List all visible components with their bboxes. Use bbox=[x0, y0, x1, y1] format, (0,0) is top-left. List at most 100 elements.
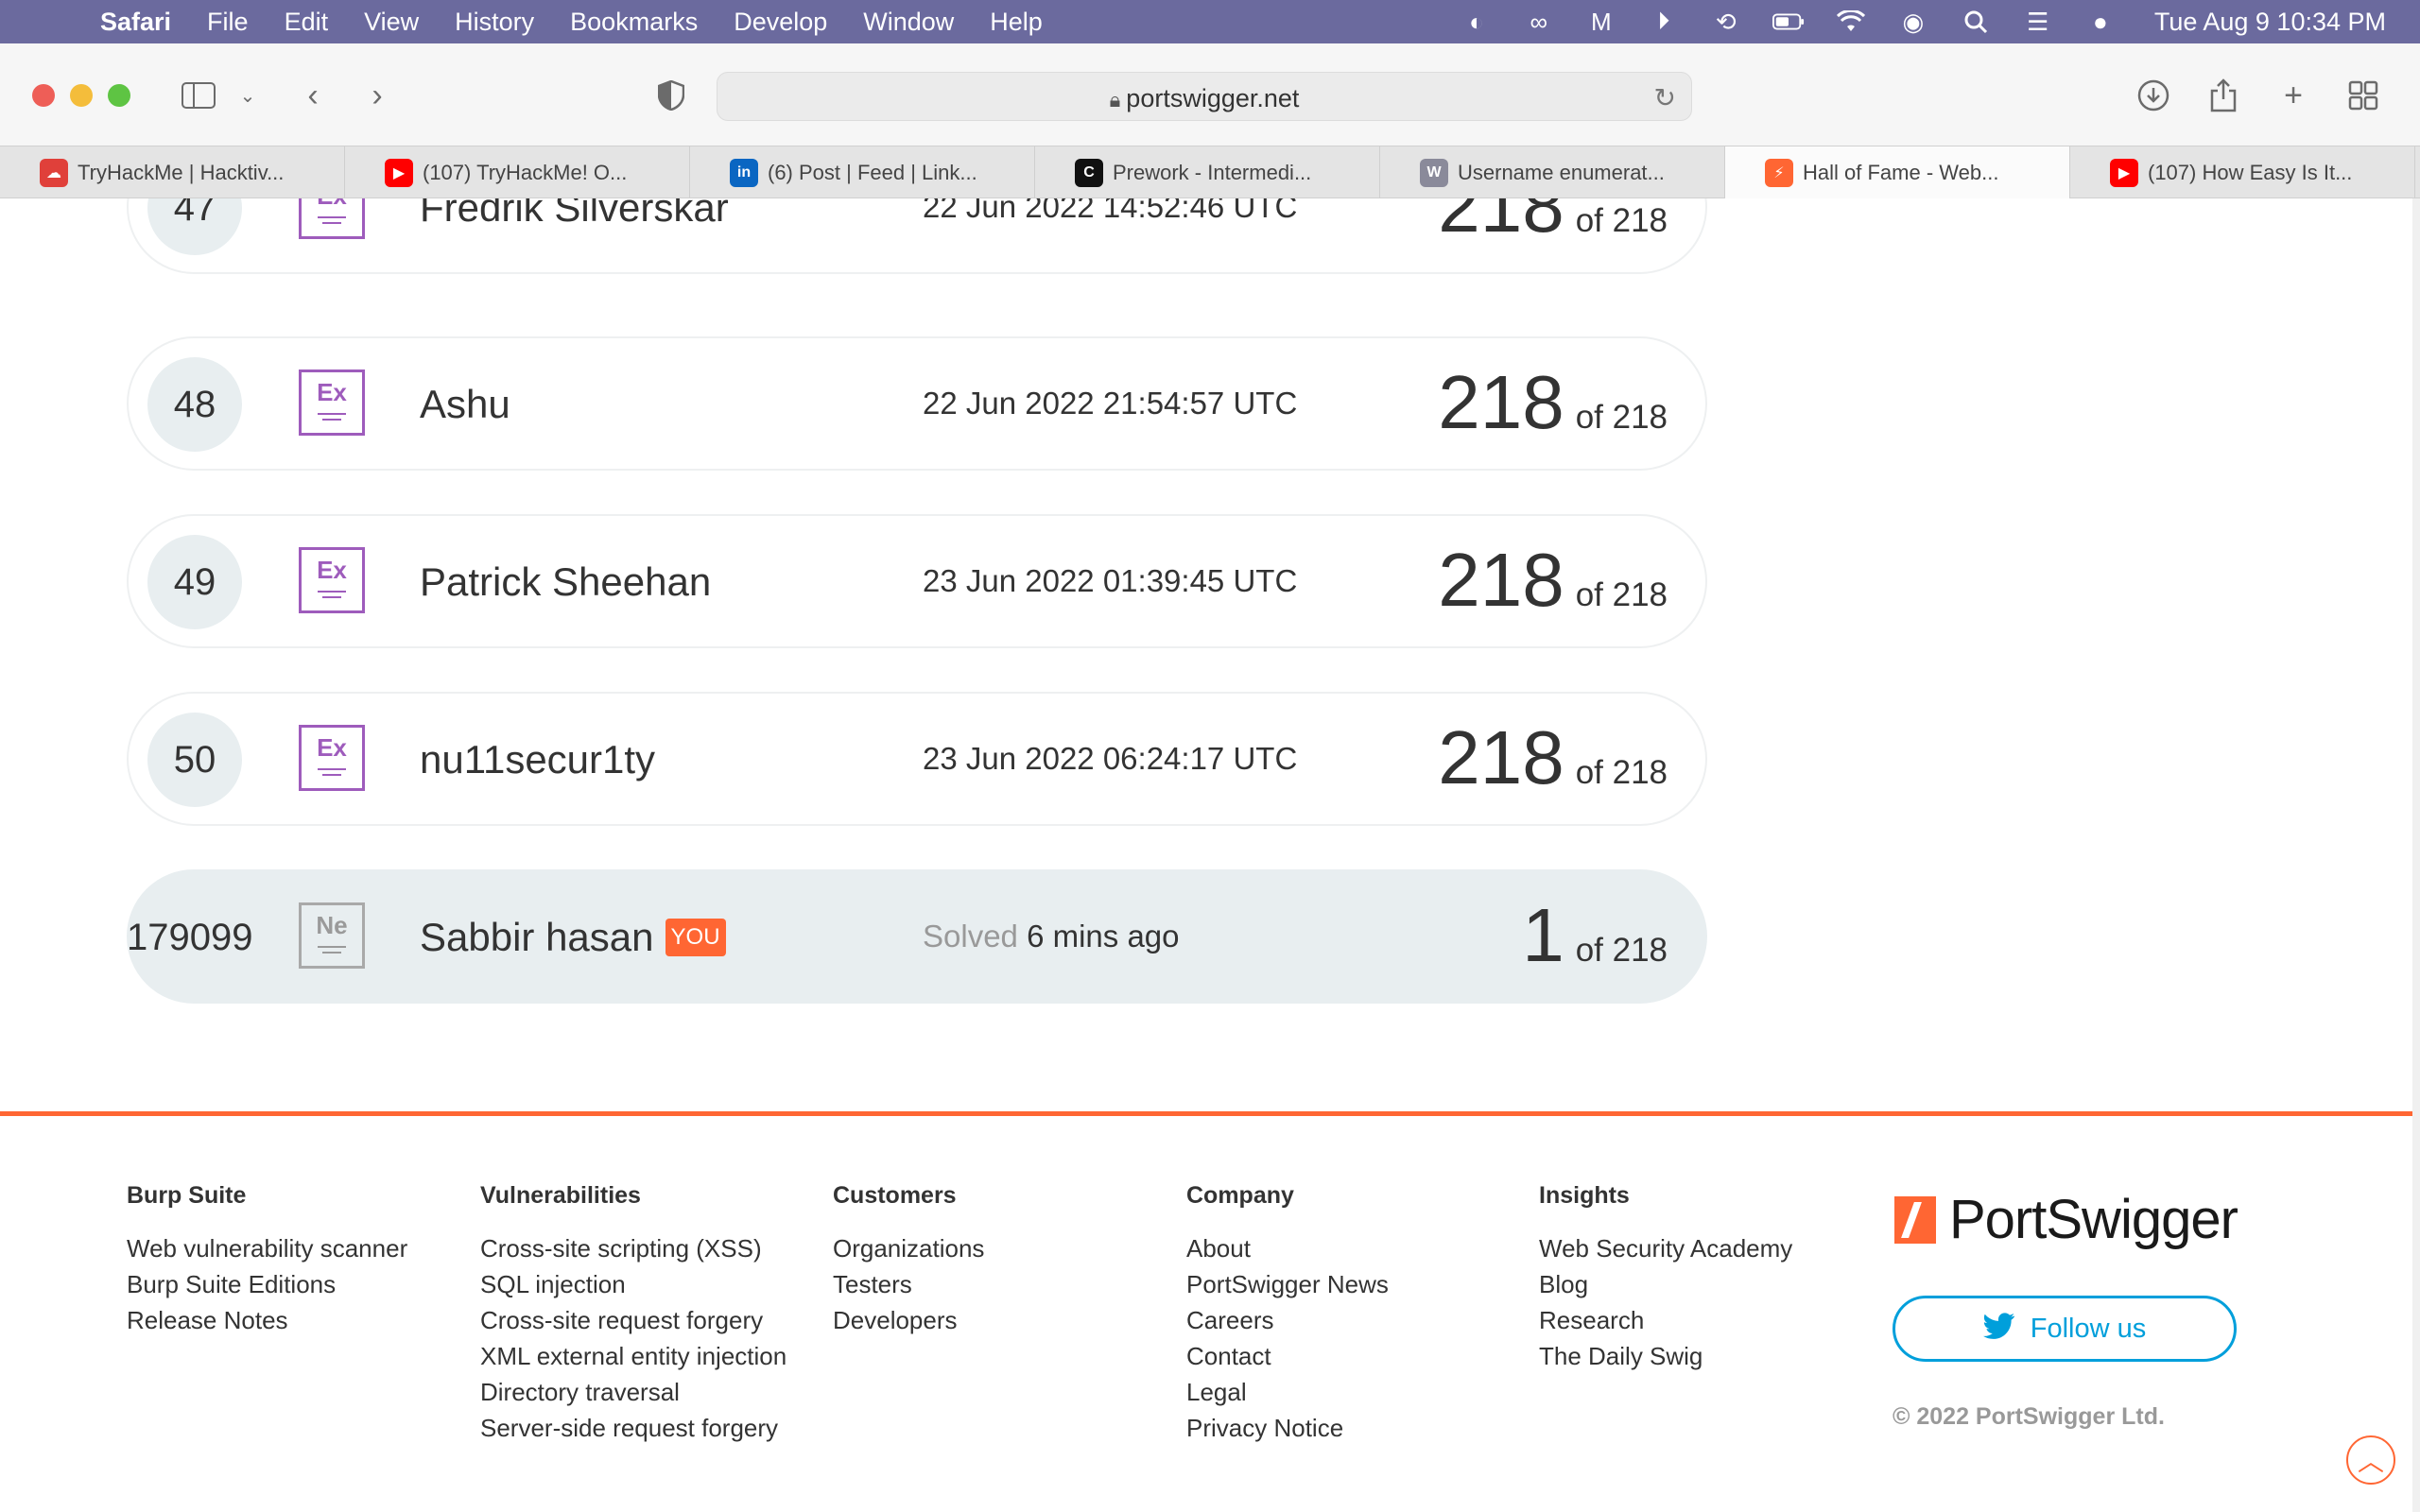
footer-link[interactable]: Careers bbox=[1186, 1302, 1389, 1338]
lock-icon: 🔒︎ bbox=[1109, 88, 1121, 112]
footer-link[interactable]: Research bbox=[1539, 1302, 1792, 1338]
completion-date: 23 Jun 2022 06:24:17 UTC bbox=[923, 741, 1298, 776]
tab-username-enumeration[interactable]: W Username enumerat... bbox=[1380, 146, 1725, 198]
tab-tryhackme[interactable]: ☁ TryHackMe | Hacktiv... bbox=[0, 146, 345, 198]
creative-cloud-icon[interactable]: ∞ bbox=[1523, 8, 1555, 36]
back-button[interactable]: ‹ bbox=[299, 74, 327, 117]
footer-link[interactable]: Testers bbox=[833, 1266, 984, 1302]
menu-help[interactable]: Help bbox=[990, 8, 1043, 37]
portswigger-logo[interactable]: PortSwigger bbox=[1894, 1188, 2238, 1251]
expert-badge-icon: Ex bbox=[299, 547, 365, 613]
menu-history[interactable]: History bbox=[455, 8, 534, 37]
sidebar-toggle-icon[interactable] bbox=[178, 74, 219, 117]
rank-number: 47 bbox=[147, 198, 242, 255]
footer-link[interactable]: Directory traversal bbox=[480, 1374, 786, 1410]
fullscreen-window-button[interactable] bbox=[108, 84, 130, 107]
footer-link[interactable]: Web vulnerability scanner bbox=[127, 1230, 407, 1266]
tab-title: (107) TryHackMe! O... bbox=[423, 160, 628, 184]
score-solved: 218 bbox=[1438, 360, 1564, 444]
tryhackme-favicon-icon: ☁ bbox=[40, 158, 68, 187]
privacy-shield-icon[interactable] bbox=[654, 74, 688, 117]
tab-youtube-how-easy[interactable]: ▶ (107) How Easy Is It... bbox=[2070, 146, 2415, 198]
menu-bar: Safari File Edit View History Bookmarks … bbox=[0, 0, 2420, 43]
forward-button[interactable]: › bbox=[363, 74, 391, 117]
new-tab-icon[interactable]: + bbox=[2274, 74, 2312, 117]
footer-link[interactable]: Blog bbox=[1539, 1266, 1792, 1302]
address-url: portswigger.net bbox=[1126, 84, 1300, 112]
footer-link[interactable]: Web Security Academy bbox=[1539, 1230, 1792, 1266]
footer-link[interactable]: Cross-site scripting (XSS) bbox=[480, 1230, 786, 1266]
expert-badge-icon: Ex bbox=[299, 725, 365, 791]
footer-link[interactable]: Privacy Notice bbox=[1186, 1410, 1389, 1446]
follow-us-button[interactable]: Follow us bbox=[1893, 1296, 2237, 1362]
leaderboard-row: 50 Ex nu11secur1ty 23 Jun 2022 06:24:17 … bbox=[127, 692, 1707, 826]
footer-link[interactable]: Burp Suite Editions bbox=[127, 1266, 407, 1302]
score: 218 of 218 bbox=[1438, 359, 1668, 446]
footer-column-title: Burp Suite bbox=[127, 1182, 247, 1209]
chevron-up-icon: ︿ bbox=[2357, 1447, 2384, 1476]
reload-icon[interactable]: ↻ bbox=[1654, 82, 1676, 113]
chevron-down-icon[interactable]: ⌄ bbox=[234, 74, 261, 117]
leaderboard-row: 48 Ex Ashu 22 Jun 2022 21:54:57 UTC 218 o… bbox=[127, 336, 1707, 471]
your-leaderboard-row: 179099 Ne Sabbir hasan YOU Solved 6 mins … bbox=[127, 869, 1707, 1004]
footer-link[interactable]: Contact bbox=[1186, 1338, 1389, 1374]
score-solved: 218 bbox=[1438, 198, 1564, 248]
footer-link[interactable]: Legal bbox=[1186, 1374, 1389, 1410]
malwarebytes-icon[interactable]: M bbox=[1585, 8, 1617, 36]
siri-icon[interactable]: ● bbox=[2084, 8, 2117, 36]
share-icon[interactable] bbox=[2204, 74, 2242, 117]
tab-youtube-tryhackme[interactable]: ▶ (107) TryHackMe! O... bbox=[345, 146, 690, 198]
footer-link[interactable]: Release Notes bbox=[127, 1302, 407, 1338]
footer-link[interactable]: The Daily Swig bbox=[1539, 1338, 1792, 1374]
menu-develop[interactable]: Develop bbox=[734, 8, 827, 37]
media-play-icon[interactable]: ⏵ bbox=[1648, 7, 1680, 36]
footer-link[interactable]: PortSwigger News bbox=[1186, 1266, 1389, 1302]
rank-number: 179099 bbox=[127, 916, 253, 958]
footer-link[interactable]: Developers bbox=[833, 1302, 984, 1338]
youtube-favicon-icon: ▶ bbox=[385, 158, 413, 187]
menu-file[interactable]: File bbox=[207, 8, 249, 37]
score: 218 of 218 bbox=[1438, 714, 1668, 801]
time-machine-icon[interactable]: ⟲ bbox=[1710, 8, 1742, 36]
footer-link[interactable]: Organizations bbox=[833, 1230, 984, 1266]
downloads-icon[interactable] bbox=[2135, 74, 2172, 117]
tab-prework[interactable]: C Prework - Intermedi... bbox=[1035, 146, 1380, 198]
menubar-clock[interactable]: Tue Aug 9 10:34 PM bbox=[2154, 8, 2386, 37]
battery-icon[interactable] bbox=[1772, 8, 1805, 36]
footer-column-customers: Customers Organizations Testers Develope… bbox=[833, 1182, 984, 1338]
menu-window[interactable]: Window bbox=[863, 8, 954, 37]
player-name: Sabbir hasan bbox=[420, 915, 654, 959]
footer-column-insights: Insights Web Security Academy Blog Resea… bbox=[1539, 1182, 1792, 1374]
menu-edit[interactable]: Edit bbox=[285, 8, 329, 37]
score-total: of 218 bbox=[1575, 932, 1668, 969]
footer-link[interactable]: SQL injection bbox=[480, 1266, 786, 1302]
tab-bar: ☁ TryHackMe | Hacktiv... ▶ (107) TryHackMe… bbox=[0, 146, 2420, 198]
tab-overview-icon[interactable] bbox=[2344, 74, 2382, 117]
user-account-icon[interactable]: ◉ bbox=[1897, 8, 1929, 36]
expert-badge-icon: Ex bbox=[299, 369, 365, 436]
menu-app-safari[interactable]: Safari bbox=[100, 8, 171, 37]
spotlight-search-icon[interactable] bbox=[1960, 8, 1992, 36]
close-window-button[interactable] bbox=[32, 84, 55, 107]
wifi-icon[interactable] bbox=[1835, 8, 1867, 36]
solved-label: Solved bbox=[923, 919, 1018, 954]
address-bar[interactable]: 🔒︎ portswigger.net ↻ bbox=[717, 72, 1692, 121]
logo-wordmark: PortSwigger bbox=[1949, 1189, 2238, 1250]
footer-link[interactable]: XML external entity injection bbox=[480, 1338, 786, 1374]
footer-link[interactable]: Cross-site request forgery bbox=[480, 1302, 786, 1338]
footer-link[interactable]: Server-side request forgery bbox=[480, 1410, 786, 1446]
control-center-icon[interactable]: ☰ bbox=[2022, 8, 2054, 36]
you-tag: YOU bbox=[665, 919, 726, 956]
tab-hall-of-fame[interactable]: ⚡ Hall of Fame - Web... bbox=[1725, 146, 2070, 198]
vpn-status-icon[interactable]: ◐ bbox=[1461, 8, 1493, 36]
menu-bookmarks[interactable]: Bookmarks bbox=[570, 8, 698, 37]
page-scrollbar[interactable] bbox=[2412, 198, 2420, 1512]
scroll-to-top-button[interactable]: ︿ bbox=[2346, 1435, 2395, 1485]
tab-linkedin[interactable]: in (6) Post | Feed | Link... bbox=[690, 146, 1035, 198]
minimize-window-button[interactable] bbox=[70, 84, 93, 107]
solved-time: 6 mins ago bbox=[1027, 919, 1180, 954]
player-name-row: Sabbir hasan YOU bbox=[420, 915, 726, 960]
menu-view[interactable]: View bbox=[364, 8, 419, 37]
youtube-favicon-icon: ▶ bbox=[2110, 158, 2138, 187]
footer-link[interactable]: About bbox=[1186, 1230, 1389, 1266]
